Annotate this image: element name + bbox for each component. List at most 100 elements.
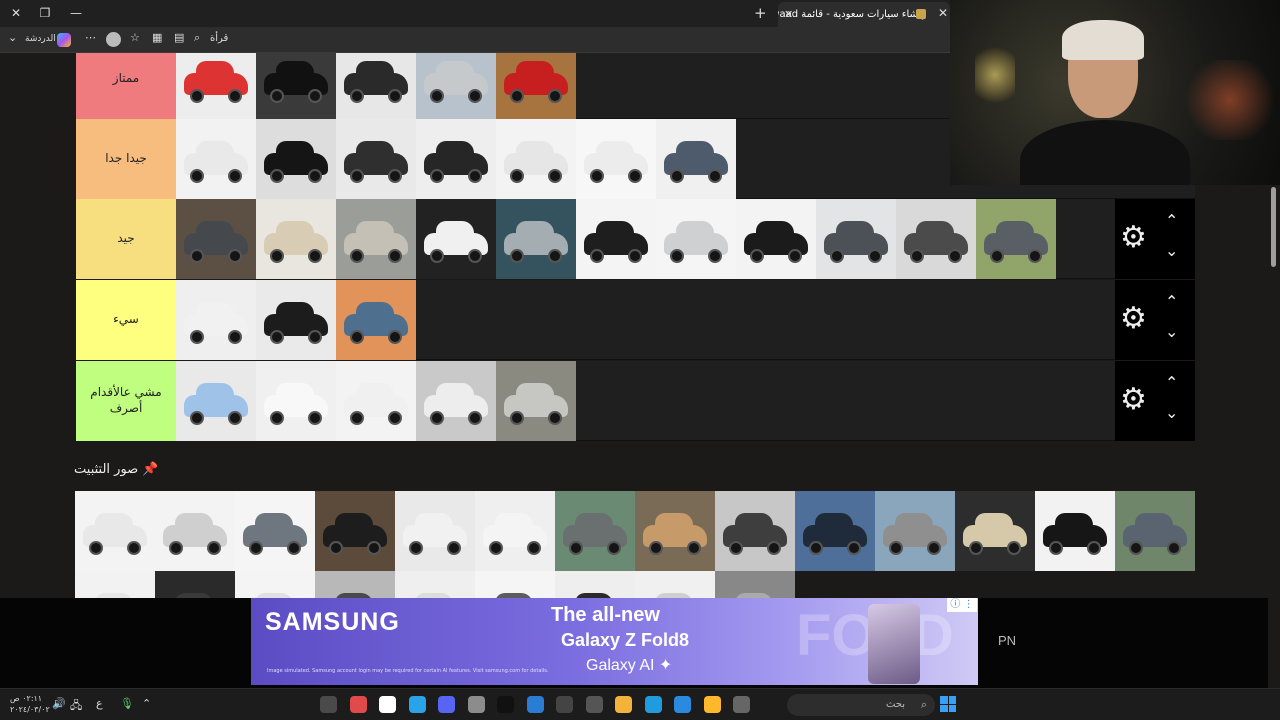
pinned-car-image[interactable] bbox=[475, 571, 555, 598]
car-image[interactable] bbox=[336, 280, 416, 360]
pinned-car-image[interactable] bbox=[955, 491, 1035, 571]
car-image[interactable] bbox=[416, 199, 496, 279]
tray-chevron-up-icon[interactable]: ⌃ bbox=[142, 697, 151, 710]
tab-tierlist[interactable]: ✕ إنشاء سيارات سعودية - قائمة Swaad bbox=[778, 2, 950, 27]
car-image[interactable] bbox=[496, 361, 576, 441]
car-image[interactable] bbox=[256, 119, 336, 199]
pinned-car-image[interactable] bbox=[315, 571, 395, 598]
taskbar-app-icon[interactable] bbox=[379, 696, 396, 713]
page-scrollbar[interactable] bbox=[1268, 185, 1280, 685]
taskbar-clock[interactable]: ٠٢:١١ ص ٢٠٢٤/٠٣/٠٢ bbox=[10, 693, 50, 715]
car-image[interactable] bbox=[416, 361, 496, 441]
pinned-car-image[interactable] bbox=[75, 491, 155, 571]
car-image[interactable] bbox=[176, 361, 256, 441]
reader-button[interactable]: قرأة bbox=[210, 33, 228, 44]
taskbar-app-icon[interactable] bbox=[467, 696, 485, 713]
window-minimize-button[interactable]: — bbox=[66, 4, 86, 22]
car-image[interactable] bbox=[496, 53, 576, 119]
taskbar-app-icon[interactable] bbox=[703, 696, 721, 713]
tier-label[interactable]: مشي عالأقدام أصرف bbox=[76, 361, 176, 441]
pinned-car-image[interactable] bbox=[1035, 491, 1115, 571]
car-image[interactable] bbox=[816, 199, 896, 279]
car-image[interactable] bbox=[416, 119, 496, 199]
pinned-car-image[interactable] bbox=[235, 571, 315, 598]
taskbar-app-icon[interactable] bbox=[497, 696, 514, 713]
language-indicator[interactable]: ع bbox=[96, 697, 103, 710]
car-image[interactable] bbox=[176, 280, 256, 360]
taskbar-app-icon[interactable] bbox=[585, 696, 603, 713]
taskbar-app-icon[interactable] bbox=[674, 696, 691, 713]
pinned-car-image[interactable] bbox=[635, 571, 715, 598]
pinned-car-image[interactable] bbox=[875, 491, 955, 571]
pinned-car-image[interactable] bbox=[155, 491, 235, 571]
move-up-icon[interactable]: ⌃ bbox=[1165, 373, 1178, 392]
move-up-icon[interactable]: ⌃ bbox=[1165, 211, 1178, 230]
scrollbar-thumb[interactable] bbox=[1271, 187, 1276, 267]
microphone-icon[interactable]: 🎙 bbox=[120, 697, 134, 710]
collections-icon[interactable]: ▦ bbox=[152, 31, 162, 44]
car-image[interactable] bbox=[256, 53, 336, 119]
car-image[interactable] bbox=[336, 361, 416, 441]
taskbar-app-icon[interactable] bbox=[733, 696, 750, 713]
pinned-car-image[interactable] bbox=[635, 491, 715, 571]
car-image[interactable] bbox=[256, 199, 336, 279]
samsung-ad-banner[interactable]: SAMSUNG Image simulated. Samsung account… bbox=[251, 598, 978, 685]
tier-label[interactable]: سيء bbox=[76, 280, 176, 360]
car-image[interactable] bbox=[656, 199, 736, 279]
favorite-star-icon[interactable]: ☆ bbox=[130, 31, 140, 44]
car-image[interactable] bbox=[496, 119, 576, 199]
car-image[interactable] bbox=[176, 119, 256, 199]
taskbar-app-icon[interactable] bbox=[556, 696, 573, 713]
car-image[interactable] bbox=[736, 199, 816, 279]
car-image[interactable] bbox=[576, 199, 656, 279]
profile-avatar[interactable] bbox=[106, 32, 121, 47]
more-button[interactable]: ⋯ bbox=[85, 31, 96, 44]
pinned-car-image[interactable] bbox=[555, 491, 635, 571]
pinned-car-image[interactable] bbox=[395, 571, 475, 598]
pinned-car-image[interactable] bbox=[715, 491, 795, 571]
network-icon[interactable]: 🖧 bbox=[70, 697, 82, 716]
start-button-icon[interactable] bbox=[940, 696, 956, 712]
chat-button[interactable]: الدردشة bbox=[25, 34, 56, 44]
taskbar-app-icon[interactable] bbox=[320, 696, 337, 713]
pinned-car-image[interactable] bbox=[395, 491, 475, 571]
tier-label[interactable]: ممتاز bbox=[76, 53, 176, 119]
move-down-icon[interactable]: ⌄ bbox=[1165, 403, 1178, 422]
tab-close-icon[interactable]: ✕ bbox=[784, 2, 793, 27]
pinned-car-image[interactable] bbox=[795, 491, 875, 571]
pinned-car-image[interactable] bbox=[475, 491, 555, 571]
car-image[interactable] bbox=[176, 53, 256, 119]
window-close-button[interactable]: ✕ bbox=[6, 4, 26, 22]
reading-view-icon[interactable]: ▤ bbox=[174, 31, 184, 44]
tier-label[interactable]: جيدا جدا bbox=[76, 119, 176, 199]
pinned-car-image[interactable] bbox=[715, 571, 795, 598]
pinned-car-image[interactable] bbox=[555, 571, 635, 598]
gear-icon[interactable]: ⚙ bbox=[1120, 223, 1147, 253]
search-icon[interactable]: ⌕ bbox=[194, 31, 200, 45]
copilot-icon[interactable] bbox=[57, 33, 71, 47]
gear-icon[interactable]: ⚙ bbox=[1120, 385, 1147, 415]
move-down-icon[interactable]: ⌄ bbox=[1165, 241, 1178, 260]
gear-icon[interactable]: ⚙ bbox=[1120, 304, 1147, 334]
taskbar-app-icon[interactable] bbox=[408, 696, 426, 713]
car-image[interactable] bbox=[896, 199, 976, 279]
car-image[interactable] bbox=[496, 199, 576, 279]
car-image[interactable] bbox=[416, 53, 496, 119]
volume-icon[interactable]: 🔊 bbox=[52, 697, 66, 710]
ad-info-icon[interactable]: ⓘ ⋮ bbox=[947, 598, 977, 612]
taskbar-app-icon[interactable] bbox=[644, 696, 662, 713]
car-image[interactable] bbox=[336, 119, 416, 199]
pinned-car-image[interactable] bbox=[75, 571, 155, 598]
car-image[interactable] bbox=[976, 199, 1056, 279]
car-image[interactable] bbox=[336, 53, 416, 119]
car-image[interactable] bbox=[176, 199, 256, 279]
window-maximize-button[interactable]: ❐ bbox=[35, 4, 55, 22]
car-image[interactable] bbox=[336, 199, 416, 279]
pinned-car-image[interactable] bbox=[1115, 491, 1195, 571]
taskbar-search[interactable]: ⌕ بحث bbox=[787, 694, 935, 716]
car-image[interactable] bbox=[256, 361, 336, 441]
pinned-car-image[interactable] bbox=[315, 491, 395, 571]
taskbar-app-icon[interactable] bbox=[615, 696, 632, 713]
car-image[interactable] bbox=[656, 119, 736, 199]
car-image[interactable] bbox=[576, 119, 656, 199]
